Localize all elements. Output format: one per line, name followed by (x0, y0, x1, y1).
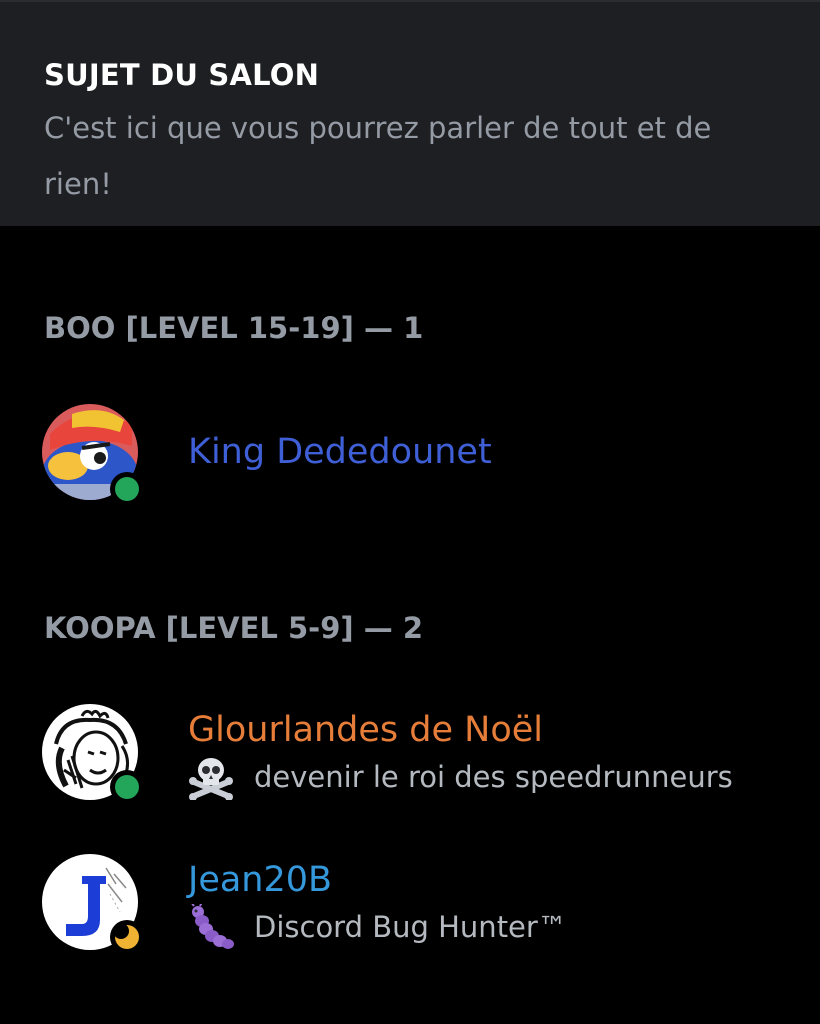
custom-status: Discord Bug Hunter™ (188, 901, 567, 950)
member-name[interactable]: Jean20B (188, 860, 332, 900)
online-status-indicator (110, 770, 144, 804)
member-row-jean20b[interactable]: Jean20B Discord Bug Hunter™ (0, 850, 820, 960)
idle-status-indicator (110, 920, 144, 954)
member-name[interactable]: Glourlandes de Noël (188, 710, 543, 750)
channel-topic-panel: SUJET DU SALON C'est ici que vous pourre… (0, 0, 820, 226)
role-section-header-koopa: KOOPA [LEVEL 5-9] — 2 (44, 611, 423, 645)
channel-topic-title: SUJET DU SALON (44, 58, 320, 92)
member-row-king-dededounet[interactable]: King Dededounet (0, 398, 820, 508)
custom-status-text: devenir le roi des speedrunneurs (254, 760, 733, 794)
custom-status-text: Discord Bug Hunter™ (254, 910, 567, 944)
member-name[interactable]: King Dededounet (188, 432, 492, 472)
skull-crossbones-emoji (188, 754, 234, 801)
member-row-glourlandes[interactable]: Glourlandes de Noël devenir le roi des s… (0, 700, 820, 810)
role-section-header-boo: BOO [LEVEL 15-19] — 1 (44, 311, 424, 345)
online-status-indicator (110, 472, 144, 506)
caterpillar-bug-emoji (188, 901, 234, 950)
custom-status: devenir le roi des speedrunneurs (188, 754, 733, 801)
channel-topic-text: C'est ici que vous pourrez parler de tou… (44, 111, 712, 201)
